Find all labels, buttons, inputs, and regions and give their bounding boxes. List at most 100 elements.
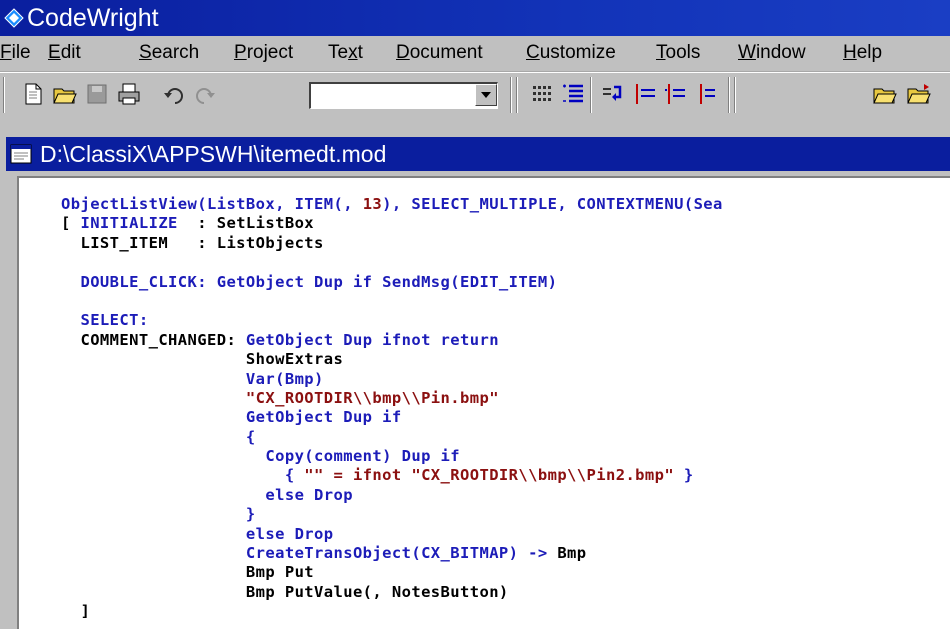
outdent-icon [665,84,685,104]
code-token: Bmp PutValue(, NotesButton) [61,582,509,601]
menu-window[interactable]: Window [738,41,806,65]
code-line: Var(Bmp) [61,370,723,389]
save-button[interactable] [82,79,112,109]
menu-edit-accel: E [48,42,61,63]
tab-button[interactable] [692,79,722,109]
wrap-icon [603,85,622,101]
code-string: "" = ifnot "CX_ROOTDIR\\bmp\\Pin2.bmp" [304,466,675,485]
code-line: ObjectListView(ListBox, ITEM(, 13), SELE… [61,195,723,214]
toolbar-separator [510,77,512,113]
new-file-icon [25,83,42,105]
toolbar-separator [590,77,592,113]
code-editor[interactable]: ObjectListView(ListBox, ITEM(, 13), SELE… [17,176,950,629]
columns-button[interactable] [528,79,558,109]
menu-text-pre: Te [328,42,349,63]
menu-document-rest: ocument [409,42,483,63]
code-line: ] [61,602,723,621]
app-title-bar[interactable]: CodeWright [0,0,950,36]
code-token: ObjectListView(ListBox, ITEM(, [61,195,363,213]
menu-file-accel: F [0,42,12,63]
code-token: Bmp [557,544,587,563]
code-token: ] [61,602,91,621]
menu-text-rest: t [357,42,363,63]
open-folder-2-icon [907,84,931,104]
menu-project-rest: roject [246,42,294,63]
code-line: "CX_ROOTDIR\\bmp\\Pin.bmp" [61,389,723,408]
code-token: LIST_ITEM : ListObjects [61,233,324,252]
new-file-button[interactable] [18,79,48,109]
menu-document[interactable]: Document [396,41,483,65]
code-token: INITIALIZE [80,214,178,233]
code-line: SELECT: [61,311,723,330]
code-line: else Drop [61,525,723,544]
menu-file-rest: ile [11,42,31,63]
code-line: CreateTransObject(CX_BITMAP) -> Bmp [61,544,723,563]
document-title: D:\ClassiX\APPSWH\itemedt.mod [40,141,387,167]
menu-document-accel: D [396,42,410,63]
menu-tools-accel: T [656,42,666,63]
menu-text[interactable]: Text [328,41,363,65]
print-button[interactable] [114,79,144,109]
combo-dropdown-button[interactable] [475,84,497,106]
code-line: ShowExtras [61,350,723,369]
code-line: GetObject Dup if [61,408,723,427]
menu-customize-accel: C [526,42,540,63]
code-line: { "" = ifnot "CX_ROOTDIR\\bmp\\Pin2.bmp"… [61,466,723,485]
columns-icon [533,86,551,101]
menu-tools[interactable]: Tools [656,41,700,65]
menu-project[interactable]: Project [234,41,293,65]
code-token: COMMENT_CHANGED: [61,330,246,349]
document-window: D:\ClassiX\APPSWH\itemedt.mod ObjectList… [0,132,950,629]
document-icon [10,144,32,164]
list-button[interactable] [558,79,588,109]
code-line: Bmp Put [61,563,723,582]
menu-help-accel: H [843,42,857,63]
code-token: { [61,427,256,446]
undo-icon [164,88,183,104]
menu-file[interactable]: File [0,41,31,65]
code-token: SELECT: [61,311,149,330]
print-icon [118,83,140,105]
undo-button[interactable] [159,79,189,109]
code-line: [ INITIALIZE : SetListBox [61,214,723,233]
menu-text-accel: x [348,42,358,63]
redo-icon [196,88,215,104]
toolbar-grip[interactable] [3,77,5,113]
wrap-button[interactable] [598,79,628,109]
code-token: GetObject Dup if [61,408,402,427]
open-folder-button-2[interactable] [904,79,934,109]
toolbar-separator [728,77,730,113]
menu-edit[interactable]: Edit [48,41,81,65]
menu-customize[interactable]: Customize [526,41,616,65]
code-line: } [61,505,723,524]
menu-help[interactable]: Help [843,41,882,65]
menu-customize-rest: ustomize [539,42,616,63]
indent-button[interactable] [630,79,660,109]
code-token: ), SELECT_MULTIPLE, CONTEXTMENU(Sea [382,195,723,213]
document-title-bar[interactable]: D:\ClassiX\APPSWH\itemedt.mod [6,137,950,171]
code-token: CreateTransObject(CX_BITMAP) -> [61,544,558,563]
menu-search-rest: earch [151,42,200,63]
code-line: { [61,428,723,447]
menu-bar: File Edit Search Project Text Document C… [0,36,950,72]
code-token: ShowExtras [61,350,344,369]
code-token: Var(Bmp) [61,369,324,388]
redo-button[interactable] [190,79,220,109]
code-token: else Drop [61,524,334,543]
menu-search[interactable]: Search [139,41,199,65]
list-icon [563,84,583,103]
outdent-button[interactable] [660,79,690,109]
code-token: { [61,466,305,485]
code-line: else Drop [61,486,723,505]
dropdown-arrow-icon [481,92,491,98]
code-token: } [61,505,256,524]
code-token: else Drop [61,485,353,504]
search-combo[interactable] [309,82,498,109]
code-token: [ [61,214,81,233]
toolbar [0,72,950,117]
open-project-button[interactable] [870,79,900,109]
tab-icon [700,84,715,104]
open-file-button[interactable] [50,79,80,109]
